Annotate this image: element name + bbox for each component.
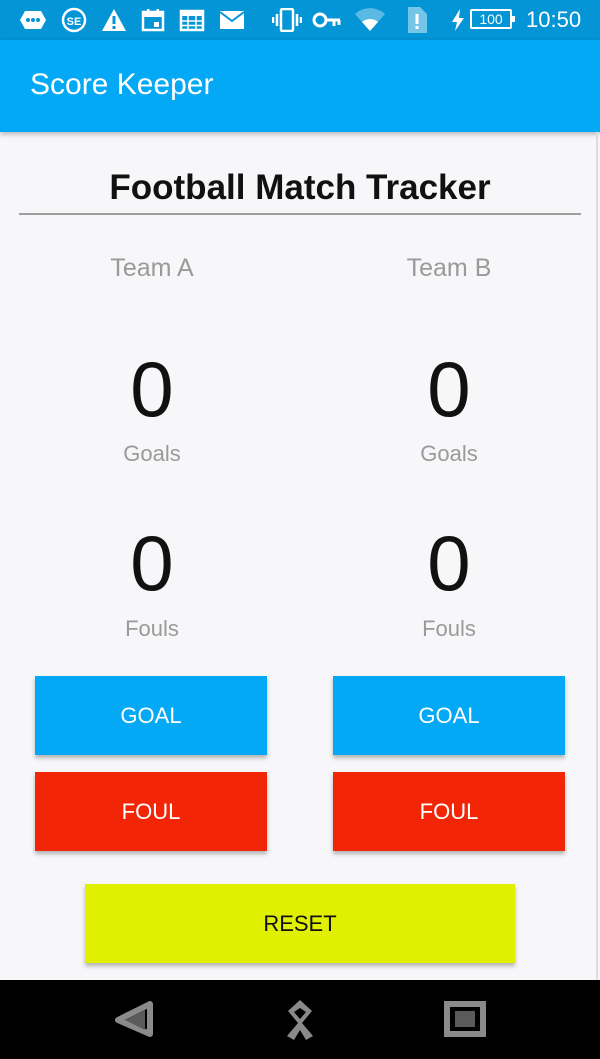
team-b-goals-label: Goals bbox=[420, 441, 478, 466]
team-b-name: Team B bbox=[406, 254, 492, 282]
wifi-icon bbox=[353, 6, 387, 34]
page-title: Football Match Tracker bbox=[109, 168, 491, 207]
team-b-goal-button[interactable]: GOAL bbox=[333, 676, 565, 755]
vibrate-icon bbox=[272, 6, 302, 34]
app-bar: Score Keeper bbox=[0, 40, 600, 132]
title-divider bbox=[19, 213, 581, 215]
team-b-goals-score: 0 bbox=[427, 345, 471, 433]
battery-indicator: 100 bbox=[470, 9, 515, 29]
sim-alert-icon bbox=[404, 6, 430, 34]
team-a-fouls-label: Fouls bbox=[125, 616, 179, 641]
team-a-name: Team A bbox=[110, 254, 194, 282]
team-a-foul-button[interactable]: FOUL bbox=[35, 772, 267, 851]
home-icon[interactable] bbox=[276, 998, 324, 1042]
back-icon[interactable] bbox=[111, 998, 159, 1042]
key-icon bbox=[312, 6, 342, 34]
team-b-fouls-label: Fouls bbox=[422, 616, 476, 641]
mail-icon bbox=[218, 6, 246, 34]
chat-icon bbox=[18, 6, 48, 34]
team-a-goal-button[interactable]: GOAL bbox=[35, 676, 267, 755]
team-a-goals-score: 0 bbox=[130, 345, 174, 433]
team-b-foul-button[interactable]: FOUL bbox=[333, 772, 565, 851]
team-a-fouls-score: 0 bbox=[130, 519, 174, 607]
status-bar: SE 100 10:50 bbox=[0, 0, 600, 40]
team-b-fouls-score: 0 bbox=[427, 519, 471, 607]
status-clock: 10:50 bbox=[526, 7, 582, 32]
reset-button[interactable]: RESET bbox=[85, 884, 515, 963]
navigation-bar bbox=[0, 980, 600, 1059]
svg-text:SE: SE bbox=[67, 16, 82, 28]
app-title: Score Keeper bbox=[30, 68, 214, 101]
calendar-grid-icon bbox=[178, 6, 206, 34]
team-a-goals-label: Goals bbox=[123, 441, 181, 466]
calendar-icon bbox=[140, 6, 166, 34]
charging-icon bbox=[449, 6, 467, 34]
recents-icon[interactable] bbox=[441, 998, 489, 1042]
sd-card-icon: SE bbox=[60, 6, 88, 34]
warning-icon bbox=[100, 6, 128, 34]
